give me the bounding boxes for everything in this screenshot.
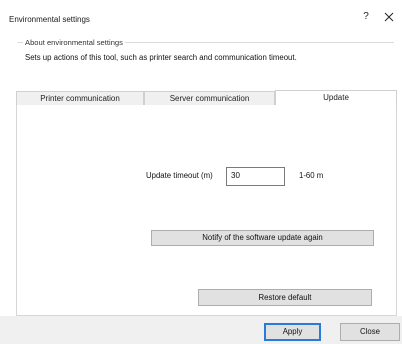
tab-printer-communication[interactable]: Printer communication bbox=[16, 91, 144, 106]
close-icon[interactable] bbox=[381, 10, 397, 24]
notify-update-again-button[interactable]: Notify of the software update again bbox=[151, 230, 374, 246]
restore-default-button[interactable]: Restore default bbox=[198, 289, 372, 306]
tab-update[interactable]: Update bbox=[275, 90, 397, 106]
about-description: Sets up actions of this tool, such as pr… bbox=[25, 53, 297, 62]
tab-panel-update bbox=[16, 105, 397, 316]
about-legend: About environmental settings bbox=[23, 38, 125, 47]
update-timeout-input[interactable]: 30 bbox=[226, 167, 285, 186]
tab-strip: Printer communication Server communicati… bbox=[16, 90, 397, 106]
title-bar: Environmental settings ? bbox=[0, 0, 402, 30]
timeout-range-label: 1-60 m bbox=[299, 171, 324, 180]
close-button[interactable]: Close bbox=[340, 323, 400, 341]
apply-button[interactable]: Apply bbox=[264, 323, 321, 341]
help-button[interactable]: ? bbox=[358, 10, 374, 24]
tab-server-communication[interactable]: Server communication bbox=[144, 91, 275, 106]
update-timeout-label: Update timeout (m) bbox=[146, 171, 213, 180]
window-title: Environmental settings bbox=[9, 15, 90, 24]
